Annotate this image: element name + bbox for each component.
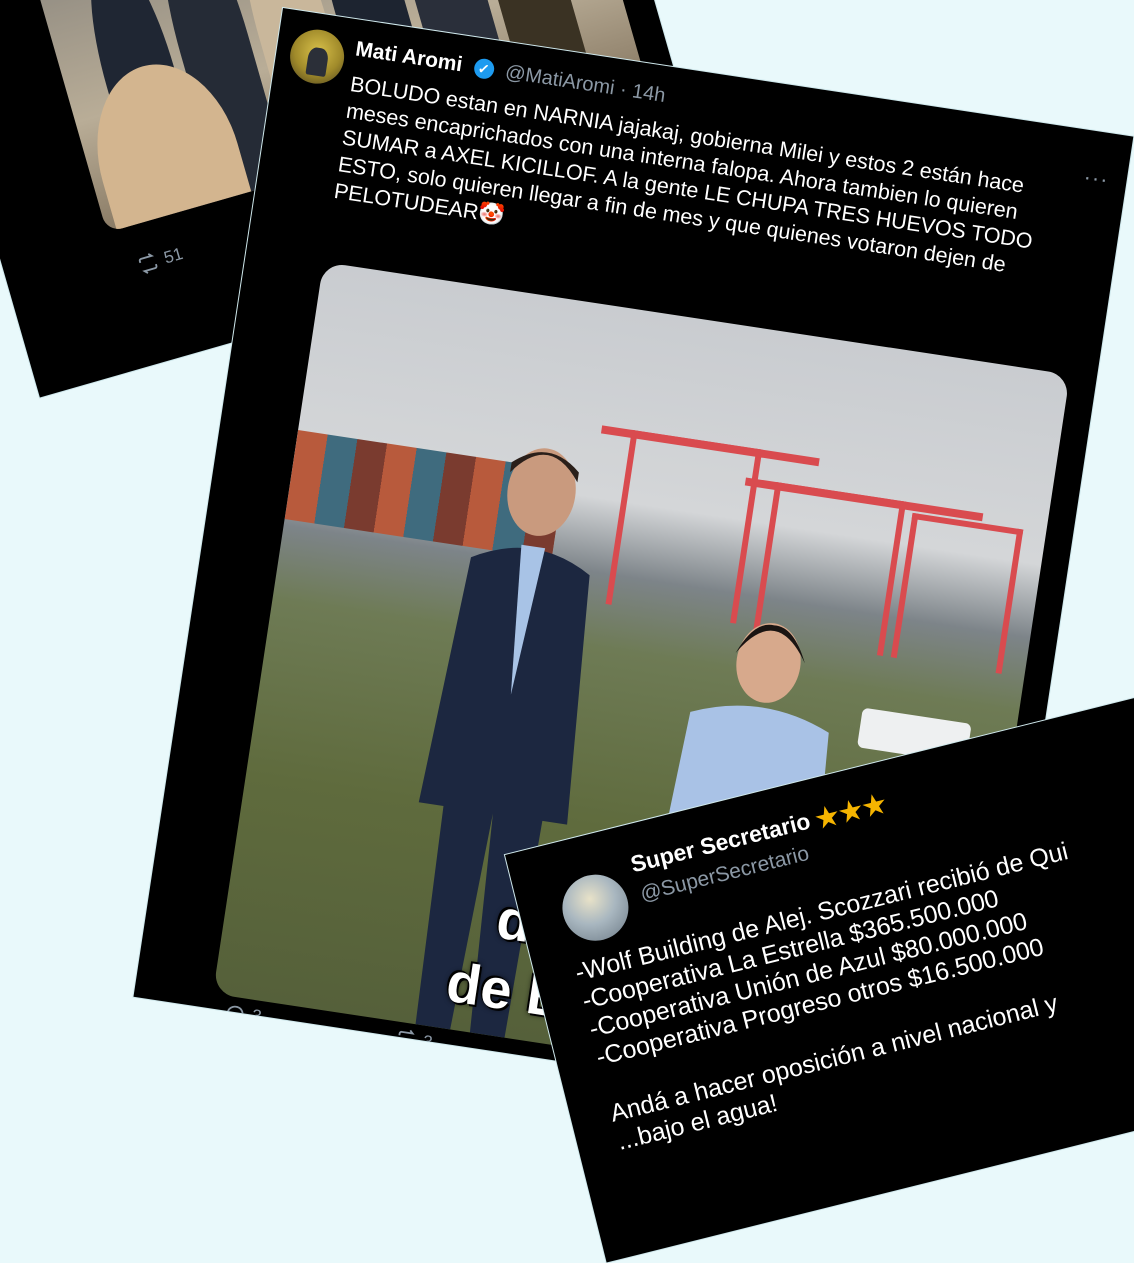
reply-count: 3 — [250, 1005, 263, 1027]
more-icon[interactable]: ··· — [1082, 164, 1110, 193]
port-crane — [890, 512, 1024, 674]
author-name[interactable]: Mati Aromi — [354, 37, 464, 76]
retweet-button[interactable]: 3 — [394, 1026, 434, 1053]
collage-canvas: { "card1": { "retweet_count": "51" }, "c… — [0, 0, 1134, 1263]
author-handle[interactable]: @MatiAromi — [504, 61, 616, 99]
retweet-icon — [138, 253, 158, 274]
retweet-button[interactable]: 51 — [135, 243, 186, 277]
retweet-count: 3 — [421, 1031, 434, 1052]
stars-badge-icon: ★★★ — [812, 787, 891, 835]
retweet-count: 51 — [161, 243, 186, 268]
reply-button[interactable]: 3 — [223, 1001, 263, 1028]
tweet-text: BOLUDO estan en NARNIA jajakaj, gobierna… — [332, 72, 1035, 277]
verified-badge-icon: ✓ — [472, 57, 496, 81]
reply-icon — [225, 1005, 244, 1021]
tweet-time[interactable]: · 14h — [619, 78, 667, 107]
author-avatar[interactable] — [286, 25, 348, 88]
author-avatar[interactable] — [555, 867, 636, 948]
retweet-icon — [397, 1029, 415, 1049]
